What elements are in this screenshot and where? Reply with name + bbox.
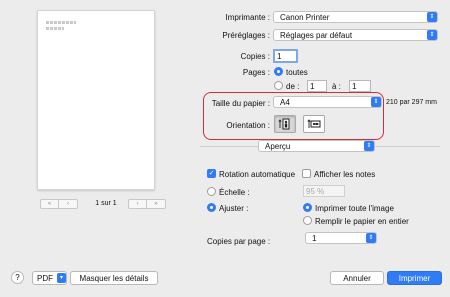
scale-radio[interactable] <box>207 187 216 196</box>
page-indicator: 1 sur 1 <box>95 200 117 207</box>
fit-radio[interactable] <box>207 203 216 212</box>
printer-value: Canon Printer <box>280 12 330 22</box>
print-entire-label: Imprimer toute l'image <box>315 204 394 213</box>
pages-all-label: toutes <box>286 68 308 77</box>
hide-details-button[interactable]: Masquer les détails <box>70 271 158 285</box>
copies-per-page-label: Copies par page : <box>207 237 271 246</box>
paper-dimensions: 210 par 297 mm <box>386 99 437 106</box>
presets-value: Réglages par défaut <box>280 30 353 40</box>
chevron-down-icon: ▾ <box>57 273 66 283</box>
pages-from-label: de : <box>286 82 300 91</box>
pages-all-radio[interactable] <box>274 67 283 76</box>
chevron-updown-icon: ⇕ <box>366 233 376 243</box>
pdf-label: PDF <box>37 273 53 283</box>
preview-text-line <box>46 27 64 30</box>
preview-nav-back: « ‹ <box>40 199 78 209</box>
preview-page <box>37 10 155 190</box>
pages-to-label: à : <box>332 82 341 91</box>
printer-label: Imprimante : <box>225 13 270 22</box>
portrait-orientation-button[interactable] <box>274 115 296 133</box>
fill-paper-radio[interactable] <box>303 216 312 225</box>
preview-nav-forward: › » <box>128 199 166 209</box>
landscape-orientation-button[interactable] <box>303 115 325 133</box>
printer-select[interactable]: Canon Printer ⇕ <box>273 11 438 23</box>
previous-page-button[interactable]: ‹ <box>59 200 77 208</box>
chevron-updown-icon: ⇕ <box>364 141 374 151</box>
show-notes-checkbox[interactable] <box>302 169 311 178</box>
portrait-orientation-icon <box>278 118 290 130</box>
cancel-button[interactable]: Annuler <box>330 271 384 285</box>
paper-size-label: Taille du papier : <box>211 99 270 108</box>
chevron-updown-icon: ⇕ <box>427 30 437 40</box>
show-notes-label: Afficher les notes <box>314 170 376 179</box>
last-page-button[interactable]: » <box>147 200 165 208</box>
landscape-orientation-icon <box>307 119 321 128</box>
paper-size-value: A4 <box>280 97 290 107</box>
pages-range-radio[interactable] <box>274 81 283 90</box>
pages-label: Pages : <box>242 68 270 77</box>
checkmark-icon: ✓ <box>208 170 215 177</box>
presets-select[interactable]: Réglages par défaut ⇕ <box>273 29 438 41</box>
presets-label: Préréglages : <box>222 31 270 40</box>
scale-label: Échelle : <box>219 188 250 197</box>
section-value: Aperçu <box>265 141 291 151</box>
copies-label: Copies : <box>240 52 270 61</box>
first-page-button[interactable]: « <box>41 200 59 208</box>
auto-rotate-checkbox[interactable]: ✓ <box>207 169 216 178</box>
copies-field[interactable]: 1 <box>273 49 298 63</box>
orientation-label: Orientation : <box>226 121 270 130</box>
scale-field[interactable]: 95 % <box>303 185 345 197</box>
copies-per-page-value: 1 <box>312 233 317 243</box>
section-select[interactable]: Aperçu ⇕ <box>258 140 375 152</box>
pdf-menu-button[interactable]: PDF ▾ <box>32 271 67 285</box>
help-button[interactable]: ? <box>11 271 24 284</box>
next-page-button[interactable]: › <box>129 200 147 208</box>
pages-to-field[interactable]: 1 <box>349 80 371 92</box>
fill-paper-label: Remplir le papier en entier <box>315 217 409 226</box>
fit-label: Ajuster : <box>219 204 249 213</box>
paper-size-select[interactable]: A4 ⇕ <box>273 96 382 108</box>
preview-text-line <box>46 21 76 24</box>
print-button[interactable]: Imprimer <box>387 271 442 285</box>
chevron-updown-icon: ⇕ <box>371 97 381 107</box>
print-entire-radio[interactable] <box>303 203 312 212</box>
chevron-updown-icon: ⇕ <box>427 12 437 22</box>
copies-per-page-select[interactable]: 1 ⇕ <box>305 232 377 244</box>
pages-from-field[interactable]: 1 <box>307 80 327 92</box>
auto-rotate-label: Rotation automatique <box>219 170 296 179</box>
